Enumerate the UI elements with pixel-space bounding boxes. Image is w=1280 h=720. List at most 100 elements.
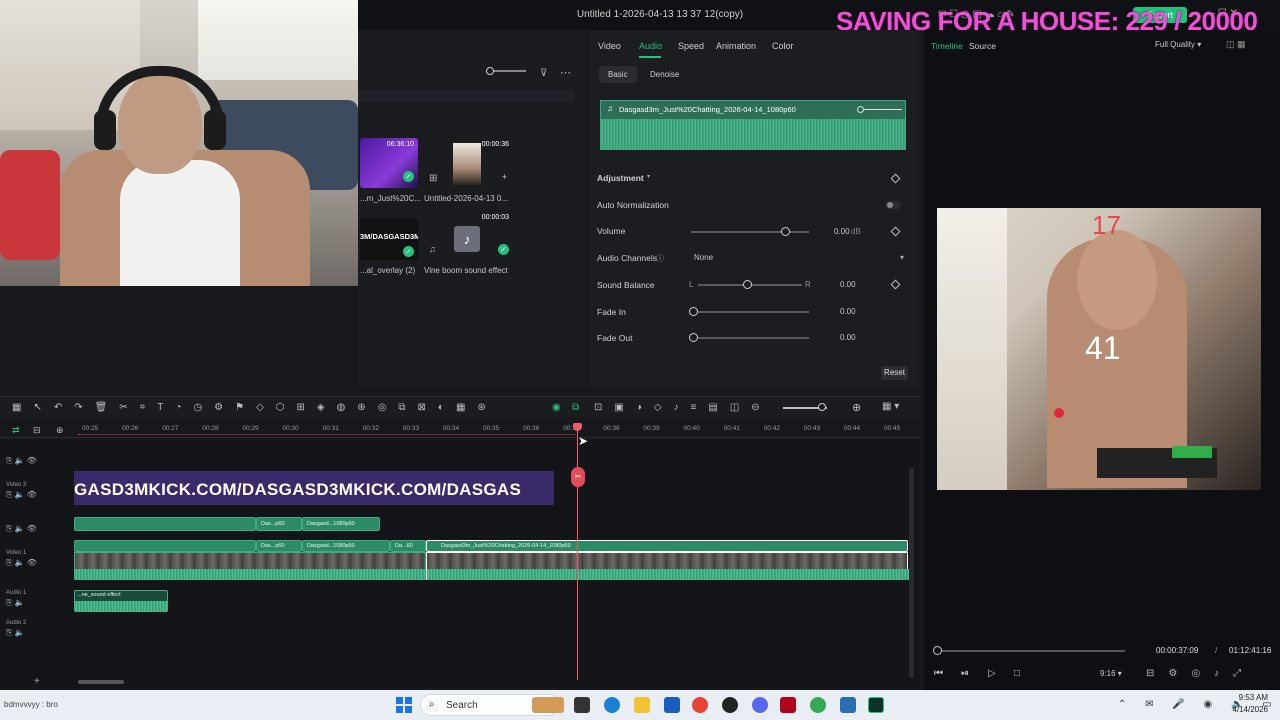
preview-tool-icons[interactable]: ⊟⚙◎♪⤢ xyxy=(1146,668,1255,679)
timeline-clip[interactable]: Dasgasd...1080p60 xyxy=(302,540,390,552)
tab-speed[interactable]: Speed xyxy=(678,41,704,51)
edge-icon[interactable] xyxy=(604,697,620,713)
playhead[interactable] xyxy=(577,425,578,680)
tab-video[interactable]: Video xyxy=(598,41,621,51)
tab-audio[interactable]: Audio xyxy=(639,41,662,51)
track-icons[interactable]: ⎘ 🔈 xyxy=(6,598,25,607)
filter-icon[interactable]: ⊽ xyxy=(540,68,547,79)
add-icon[interactable]: + xyxy=(34,676,40,687)
track-icons[interactable]: ⎘ 🔈 👁 xyxy=(6,490,37,499)
marker-icon[interactable]: ⊟ xyxy=(33,425,41,436)
scissors-icon[interactable]: ✂ xyxy=(571,467,585,487)
link-icon[interactable]: ⧉ xyxy=(572,402,579,413)
weather-widget[interactable] xyxy=(532,697,564,713)
zoom-in-icon[interactable]: ⊕ xyxy=(852,401,861,414)
clip-label: Dasgasd...1080p60 xyxy=(307,543,355,549)
keyframe-icon[interactable] xyxy=(890,226,901,237)
ruler-tick: 00:34 xyxy=(442,425,460,432)
timeline-clip[interactable]: Da...60 xyxy=(390,540,426,552)
media-thumb-3[interactable]: 3M/DASGASD3M ✓ xyxy=(360,218,418,260)
tab-animation[interactable]: Animation xyxy=(716,41,756,51)
timeline-scrollbar[interactable] xyxy=(78,680,124,684)
track-icons[interactable]: ⎘ 🔈 👁 xyxy=(6,456,37,465)
task-view-icon[interactable] xyxy=(574,697,590,713)
check-icon: ✓ xyxy=(403,171,414,182)
media-thumb-1[interactable]: 06:36:10 ✓ xyxy=(360,138,418,188)
caret-down-icon[interactable]: ▾ xyxy=(647,173,650,180)
obs-icon[interactable] xyxy=(722,697,738,713)
fade-in-slider-knob[interactable] xyxy=(689,307,698,316)
timeline-zoom-knob[interactable] xyxy=(818,403,826,411)
snap-icon[interactable]: ◉ xyxy=(552,402,561,413)
timeline-tools[interactable]: ⊡▣◑◇♪≡▤◫⊖ xyxy=(594,402,772,413)
discord-icon[interactable] xyxy=(752,697,768,713)
acrobat-icon[interactable] xyxy=(780,697,796,713)
preview-scrubber[interactable] xyxy=(937,650,1125,652)
prev-frame-icon[interactable]: ⏮ xyxy=(934,668,943,679)
stop-icon[interactable]: □ xyxy=(1014,668,1020,679)
track-icons[interactable]: ⎘ 🔈 👁 xyxy=(6,524,37,533)
add-track-icon[interactable]: ⊕ xyxy=(56,425,64,436)
preview-panel: Timeline Source Full Quality ▾ ◫ ▦ 17 41… xyxy=(924,30,1280,690)
tab-color[interactable]: Color xyxy=(772,41,794,51)
volume-slider-knob[interactable] xyxy=(781,227,790,236)
layout-icon[interactable]: ▦ ▾ xyxy=(882,401,899,412)
timeline-clip[interactable]: Das...p60 xyxy=(256,517,302,531)
selected-timeline-clip[interactable]: Dasgasd3m_Just%20Chatting_2026-04-14_108… xyxy=(426,540,908,552)
vertical-scrollbar[interactable] xyxy=(909,468,914,678)
fade-in-value[interactable]: 0.00 xyxy=(840,307,856,316)
preview-video[interactable]: 17 41 xyxy=(937,208,1261,490)
keyframe-icon[interactable] xyxy=(890,173,901,184)
edit-tools[interactable]: ▦↖↶↷🗑✂⌗T◔◷⚙⚑◇⬡⊞◈◍⊕◎⧉⊠◐▦⊛ xyxy=(12,402,498,413)
balance-value[interactable]: 0.00 xyxy=(840,280,856,289)
text-overlay-clip[interactable]: GASD3MKICK.COM/DASGASD3MKICK.COM/DASGAS xyxy=(74,471,554,505)
timeline-clip[interactable] xyxy=(74,540,256,552)
track-icons[interactable]: ⎘ 🔈 👁 xyxy=(6,558,37,567)
track-icons[interactable]: ⎘ 🔈 xyxy=(6,628,25,637)
preview-scrubber-knob[interactable] xyxy=(933,646,942,655)
aspect-select[interactable]: 9:16 ▾ xyxy=(1100,669,1122,678)
start-icon[interactable] xyxy=(396,697,412,713)
ruler-tick: 00:26 xyxy=(122,425,139,432)
timeline-clip[interactable]: Dasgasd...1080p60 xyxy=(302,517,380,531)
video-thumbnails-selected[interactable] xyxy=(426,552,909,580)
volume-slider[interactable] xyxy=(691,231,809,233)
auto-normalization-toggle[interactable] xyxy=(885,201,901,209)
chrome-icon[interactable] xyxy=(692,697,708,713)
video-thumbnails[interactable] xyxy=(74,552,427,580)
balance-slider-knob[interactable] xyxy=(743,280,752,289)
zoom-slider-knob[interactable] xyxy=(486,67,494,75)
subtab-basic[interactable]: Basic xyxy=(599,66,637,83)
audio-channels-select[interactable]: None ▾ xyxy=(694,253,908,262)
explorer-icon[interactable] xyxy=(634,697,650,713)
fade-in-slider[interactable] xyxy=(693,311,809,313)
link-tracks-icon[interactable]: ⇄ xyxy=(12,425,20,436)
timeline-clip[interactable] xyxy=(74,517,256,531)
reset-button[interactable]: Reset xyxy=(881,366,908,380)
app-icon[interactable] xyxy=(840,697,856,713)
fade-out-slider[interactable] xyxy=(693,337,809,339)
media-thumb-4[interactable]: 00:00:03 ♫ ♪ ✓ xyxy=(423,212,513,258)
quality-select[interactable]: Full Quality ▾ xyxy=(1155,40,1201,49)
more-icon[interactable]: ⋯ xyxy=(560,66,571,79)
media-thumb-2[interactable]: ⊞ 00:00:36 + xyxy=(423,138,513,188)
step-back-icon[interactable]: ⏯ xyxy=(961,668,969,679)
volume-value[interactable]: 0.00 xyxy=(834,227,850,236)
store-icon[interactable] xyxy=(664,697,680,713)
audio-clip[interactable]: ...ne_sound effect xyxy=(74,590,168,612)
waveform-knob[interactable] xyxy=(857,106,864,113)
filmora-icon[interactable] xyxy=(868,697,884,713)
browser-icon[interactable] xyxy=(810,697,826,713)
tab-source[interactable]: Source xyxy=(969,41,996,51)
fade-out-value[interactable]: 0.00 xyxy=(840,333,856,342)
keyframe-icon[interactable] xyxy=(890,279,901,290)
fade-out-slider-knob[interactable] xyxy=(689,333,698,342)
timeline-clip[interactable]: Das...p60 xyxy=(256,540,302,552)
timeline-ruler[interactable]: ⇄ ⊟ ⊕ 00:25 00:26 00:27 00:28 00:29 00:30 00:3… xyxy=(0,420,920,438)
subtab-denoise[interactable]: Denoise xyxy=(641,66,688,83)
tab-timeline[interactable]: Timeline xyxy=(931,41,963,51)
preview-view-icons[interactable]: ◫ ▦ xyxy=(1226,39,1246,50)
help-icon[interactable]: ⓘ xyxy=(656,253,664,264)
play-icon[interactable]: ▷ xyxy=(988,668,996,679)
add-icon[interactable]: + xyxy=(502,172,507,182)
